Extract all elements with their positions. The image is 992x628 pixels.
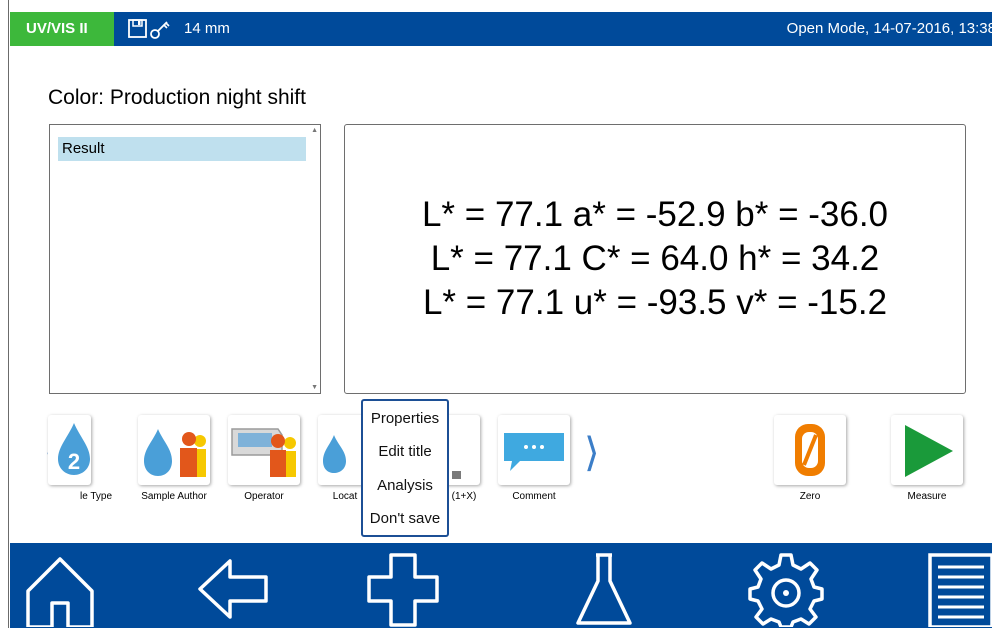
settings-icon[interactable]	[748, 549, 824, 627]
bottom-nav-bar	[10, 543, 992, 628]
comment-icon	[504, 433, 564, 471]
operator-label: Operator	[244, 491, 284, 502]
toolbar-next-arrow[interactable]: ⟩	[584, 433, 600, 473]
result-line-luv: L* = 77.1 u* = -93.5 v* = -15.2	[422, 283, 888, 322]
result-display: L* = 77.1 a* = -52.9 b* = -36.0 L* = 77.…	[344, 124, 966, 394]
menu-item-properties[interactable]: Properties	[363, 410, 447, 427]
dilution-label: (1+X)	[451, 491, 477, 502]
zero-icon	[795, 424, 825, 476]
cuvette-size: 14 mm	[184, 20, 230, 37]
measure-icon	[905, 425, 953, 477]
measure-label: Measure	[907, 491, 947, 502]
key-icon	[150, 21, 170, 39]
page-title: Color: Production night shift	[48, 86, 306, 109]
result-line-lab: L* = 77.1 a* = -52.9 b* = -36.0	[421, 195, 889, 234]
svg-text:2: 2	[68, 449, 80, 474]
measure-tile[interactable]	[891, 415, 963, 485]
menu-item-edit-title[interactable]: Edit title	[363, 443, 447, 460]
location-label: Locat	[332, 491, 358, 502]
sample-author-icon	[144, 429, 206, 477]
flask-icon[interactable]	[566, 549, 642, 627]
sample-type-label: le Type	[79, 491, 113, 502]
context-menu: Properties Edit title Analysis Don't sav…	[361, 399, 449, 537]
add-icon[interactable]	[365, 549, 441, 627]
menu-item-dont-save[interactable]: Don't save	[363, 510, 447, 527]
sample-type-icon: 2	[58, 423, 90, 475]
window-frame	[0, 0, 9, 628]
sample-author-tile[interactable]	[138, 415, 210, 485]
back-icon[interactable]	[196, 549, 272, 627]
comment-label: Comment	[512, 491, 556, 502]
results-list[interactable]: Result ▲ ▼	[49, 124, 321, 394]
status-text: Open Mode, 14-07-2016, 13:38	[786, 20, 992, 37]
sample-author-label: Sample Author	[141, 491, 207, 502]
operator-tile[interactable]	[228, 415, 300, 485]
menu-item-analysis[interactable]: Analysis	[363, 477, 447, 494]
top-status-bar: UV/VIS II 14 mm Open Mode, 14-07-2016, 1…	[10, 12, 992, 46]
operator-icon	[231, 428, 296, 477]
comment-tile[interactable]	[498, 415, 570, 485]
status-icons	[128, 19, 170, 39]
menu-icon[interactable]	[924, 549, 992, 627]
sample-type-tile[interactable]: 2	[48, 415, 91, 485]
save-icon	[128, 19, 147, 38]
scroll-up-icon[interactable]: ▲	[311, 127, 318, 134]
result-line-lch: L* = 77.1 C* = 64.0 h* = 34.2	[430, 239, 880, 278]
home-icon[interactable]	[22, 549, 98, 627]
zero-label: Zero	[799, 491, 821, 502]
zero-tile[interactable]	[774, 415, 846, 485]
scroll-down-icon[interactable]: ▼	[311, 384, 318, 391]
mode-badge[interactable]: UV/VIS II	[10, 12, 114, 46]
list-item-result[interactable]: Result	[58, 137, 306, 161]
